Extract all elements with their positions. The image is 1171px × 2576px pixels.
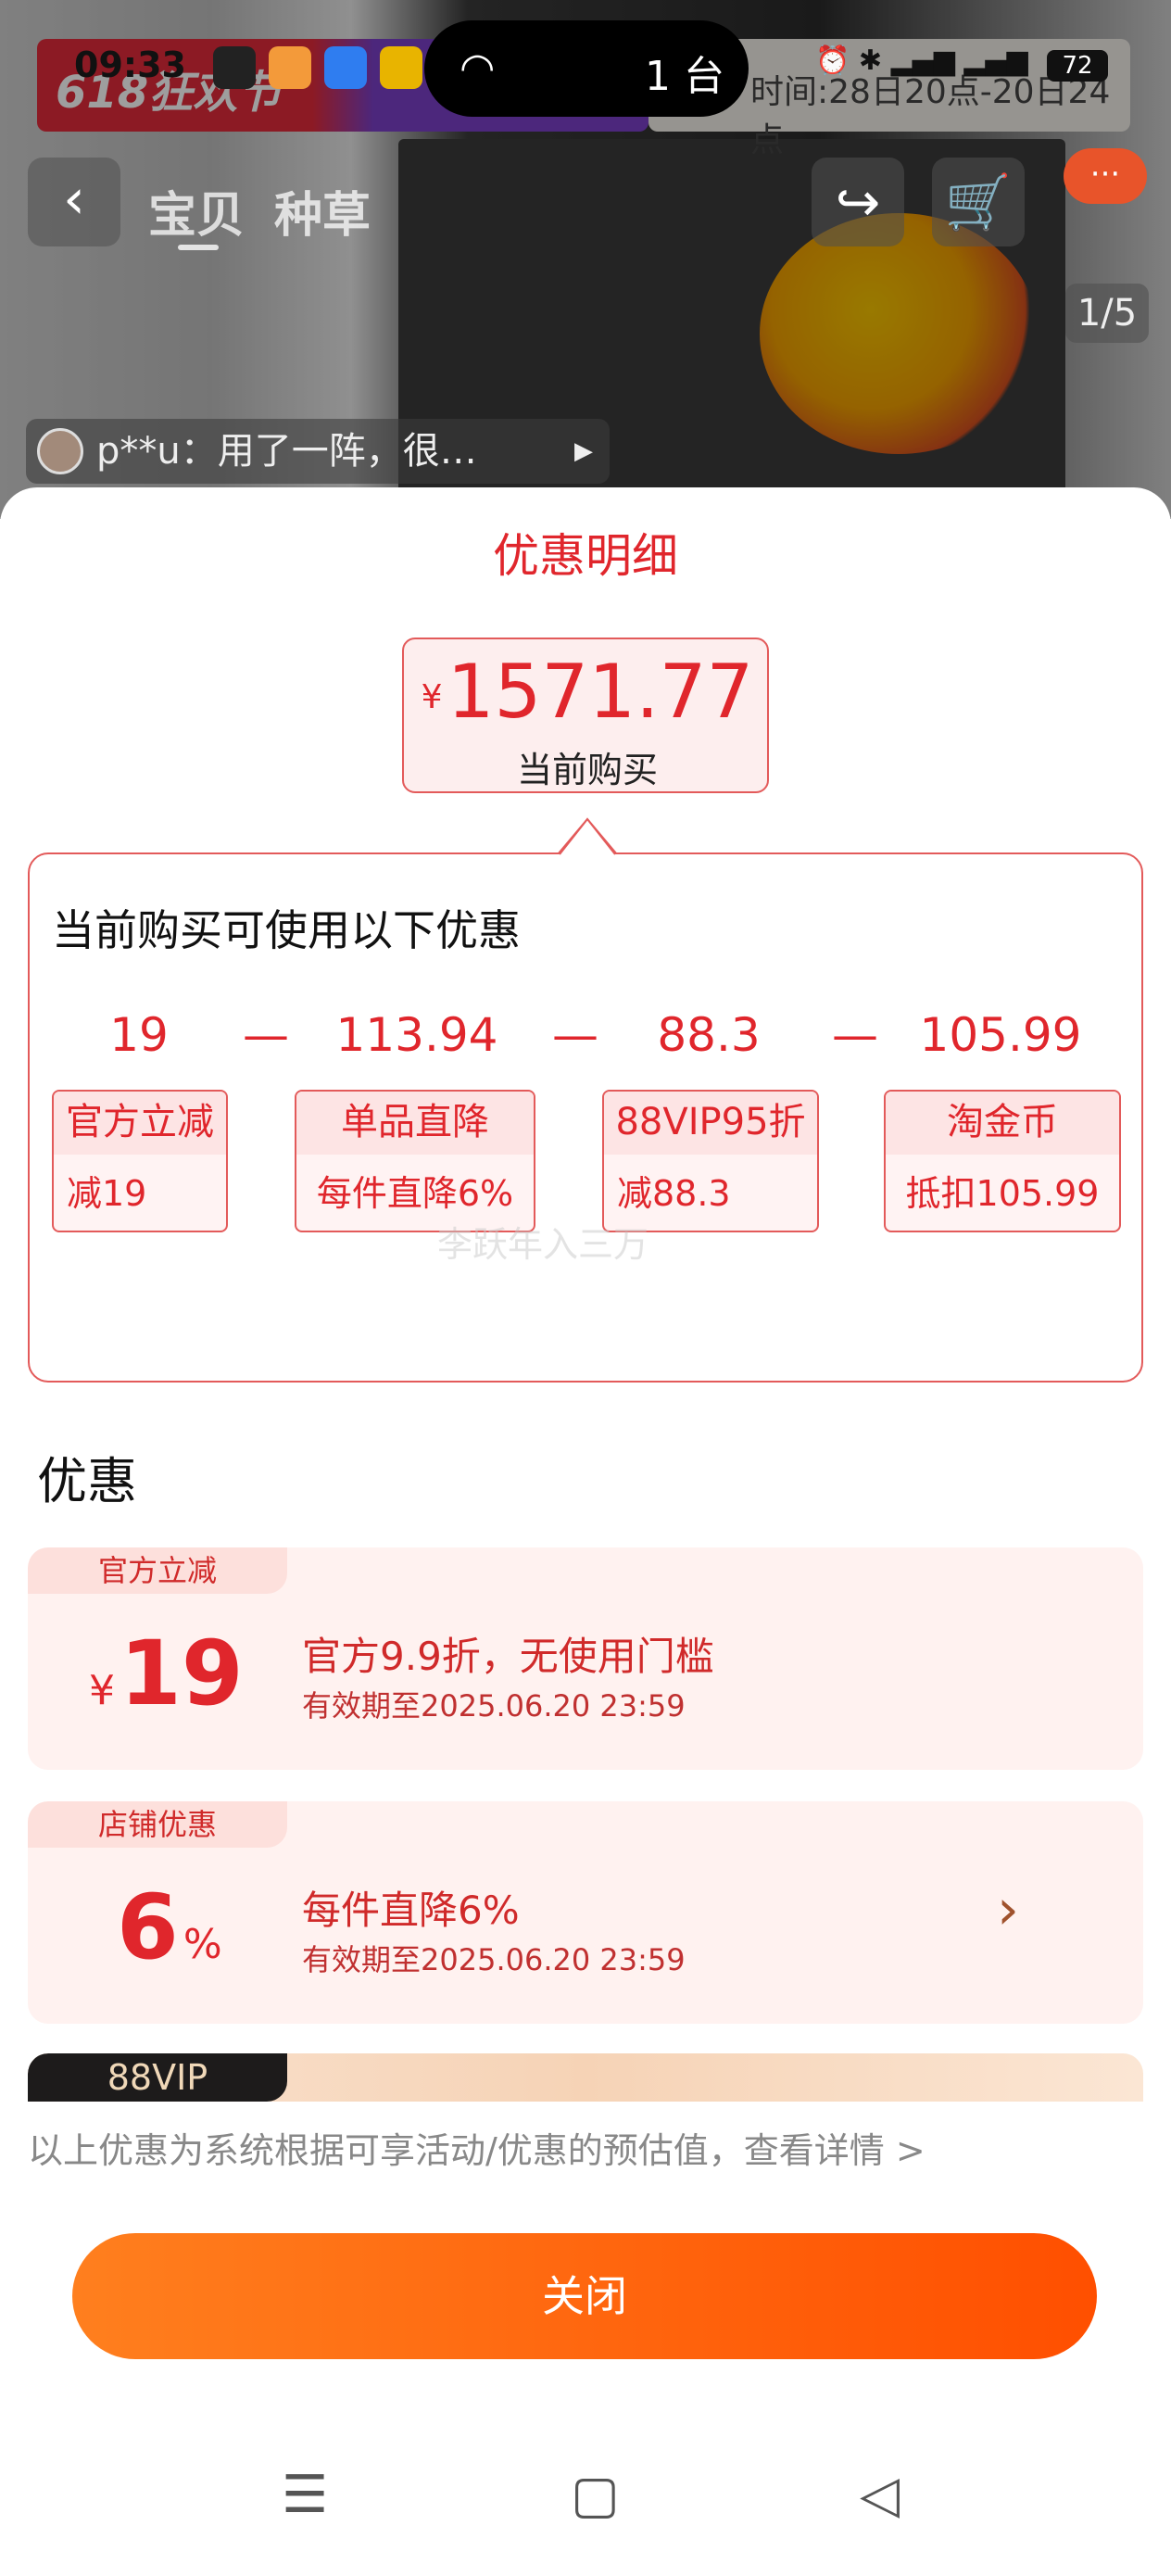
section-title: 优惠 — [37, 1452, 137, 1510]
back-button[interactable]: ‹ — [28, 158, 120, 246]
wechat-icon — [213, 46, 256, 89]
details-link[interactable]: 以上优惠为系统根据可享活动/优惠的预估值，查看详情 > — [28, 2122, 925, 2173]
app-icon — [324, 46, 367, 89]
chip-subtitle: 减19 — [67, 1173, 147, 1214]
breakdown-heading: 当前购买可使用以下优惠 — [52, 905, 521, 955]
chip-title: 单品直降 — [296, 1092, 534, 1155]
coupon-tag: 店铺优惠 — [28, 1801, 287, 1848]
coupon-amount: 19 — [120, 1622, 244, 1725]
tab-item[interactable]: 宝贝 — [148, 176, 245, 246]
system-nav-bar: ☰ ▢ ◁ — [0, 2446, 1171, 2576]
coupon-unit: % — [183, 1921, 222, 1968]
coupon-desc: 官方9.9折，无使用门槛 — [302, 1634, 714, 1679]
step-value: 105.99 — [919, 1008, 1082, 1062]
connected-count: 1 台 — [645, 53, 724, 100]
currency-symbol: ¥ — [89, 1667, 115, 1714]
pointer-arrow-cap — [559, 817, 616, 856]
discount-chip-coins: 淘金币 抵扣105.99 — [884, 1090, 1121, 1232]
minus-sign: — — [552, 1008, 598, 1062]
review-text: p**u：用了一阵，很… — [96, 430, 477, 473]
vip-tag: 88VIP — [28, 2053, 287, 2102]
step-value: 113.94 — [335, 1008, 498, 1062]
coupon-88vip: 88VIP — [28, 2053, 1143, 2102]
chip-subtitle: 抵扣105.99 — [905, 1173, 1100, 1214]
cart-button[interactable]: 🛒 — [932, 158, 1025, 246]
more-button[interactable]: ··· — [1064, 148, 1147, 204]
coupon-amount: 6 — [117, 1875, 179, 1979]
battery-icon: 72 — [1047, 50, 1108, 82]
minus-sign: — — [832, 1008, 878, 1062]
coupon-store[interactable]: 店铺优惠 6 % 每件直降6% 有效期至2025.06.20 23:59 › — [28, 1801, 1143, 2024]
status-time: 09:33 — [74, 44, 186, 85]
currency-symbol: ¥ — [421, 678, 443, 716]
close-button[interactable]: 关闭 — [72, 2233, 1097, 2359]
product-page-background: 618狂欢节 时间:28日20点-20日24点 09:33 ◠ 1 台 ⏰ ✱ … — [0, 0, 1171, 519]
app-icon — [269, 46, 311, 89]
avatar — [37, 428, 83, 474]
minus-sign: — — [243, 1008, 289, 1062]
tab-indicator — [178, 245, 219, 250]
arrow-right-icon: ▶ — [574, 437, 593, 465]
weibo-icon — [380, 46, 422, 89]
back-triangle-icon[interactable]: ◁ — [860, 2465, 900, 2525]
coupon-desc: 每件直降6% — [302, 1888, 520, 1933]
coupon-official: 官方立减 ¥ 19 官方9.9折，无使用门槛 有效期至2025.06.20 23… — [28, 1547, 1143, 1770]
current-price: 1571.77 — [447, 649, 754, 735]
chip-title: 官方立减 — [54, 1092, 226, 1155]
menu-icon[interactable]: ☰ — [282, 2465, 328, 2525]
home-icon[interactable]: ▢ — [571, 2465, 620, 2525]
coupon-tag: 官方立减 — [28, 1547, 287, 1594]
chip-title: 88VIP95折 — [604, 1092, 817, 1155]
tab-seeding[interactable]: 种草 — [274, 176, 371, 246]
step-value: 88.3 — [657, 1008, 761, 1062]
chip-title: 淘金币 — [886, 1092, 1119, 1155]
coupon-expiry: 有效期至2025.06.20 23:59 — [302, 1942, 686, 1977]
discount-chip-item: 单品直降 每件直降6% — [295, 1090, 535, 1232]
current-price-box: ¥ 1571.77 当前购买 — [402, 638, 769, 793]
sheet-title: 优惠明细 — [493, 529, 678, 583]
status-indicators: ⏰ ✱ ▂▄▆ ▂▄▆ — [815, 44, 1028, 77]
image-counter: 1/5 — [1065, 284, 1149, 343]
hotspot-icon: ◠ — [460, 44, 496, 92]
status-app-icons — [213, 46, 422, 89]
discount-chip-88vip: 88VIP95折 减88.3 — [602, 1090, 819, 1232]
discount-chip-official: 官方立减 减19 — [52, 1090, 228, 1232]
dynamic-island[interactable]: ◠ 1 台 — [424, 20, 749, 117]
share-button[interactable]: ↪ — [812, 158, 904, 246]
current-price-label: 当前购买 — [516, 750, 658, 790]
chevron-right-icon[interactable]: › — [997, 1877, 1019, 1942]
review-snippet[interactable]: p**u：用了一阵，很… ▶ — [26, 419, 610, 484]
step-value: 19 — [109, 1008, 169, 1062]
coupon-expiry: 有效期至2025.06.20 23:59 — [302, 1688, 686, 1724]
watermark: 李跃年入三万 — [437, 1224, 649, 1265]
